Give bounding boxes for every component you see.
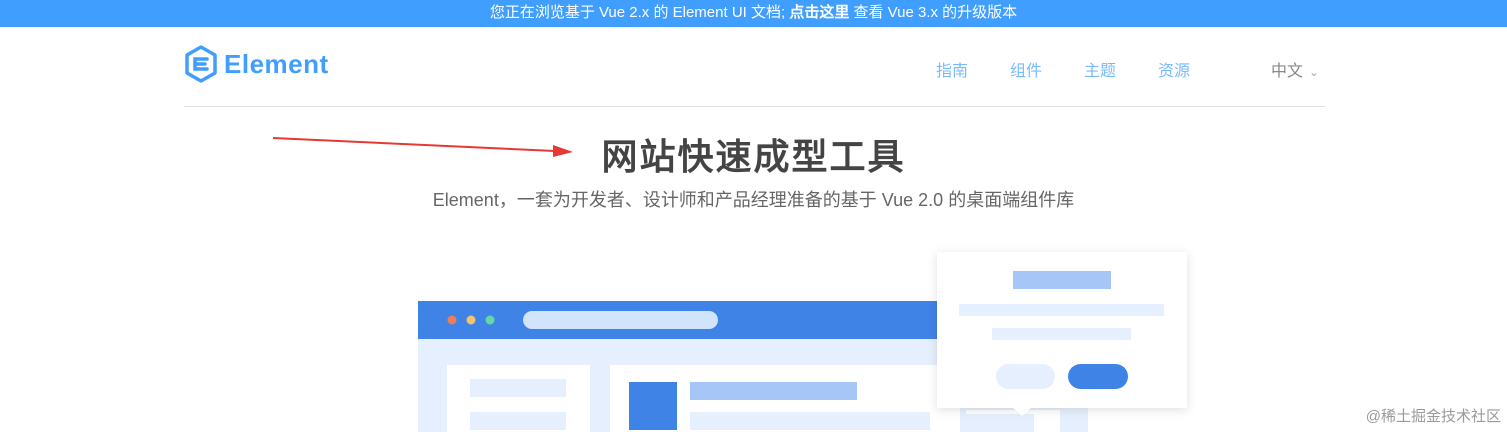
watermark: @稀土掘金技术社区 <box>1365 408 1501 425</box>
hero-illustration <box>418 252 1187 432</box>
